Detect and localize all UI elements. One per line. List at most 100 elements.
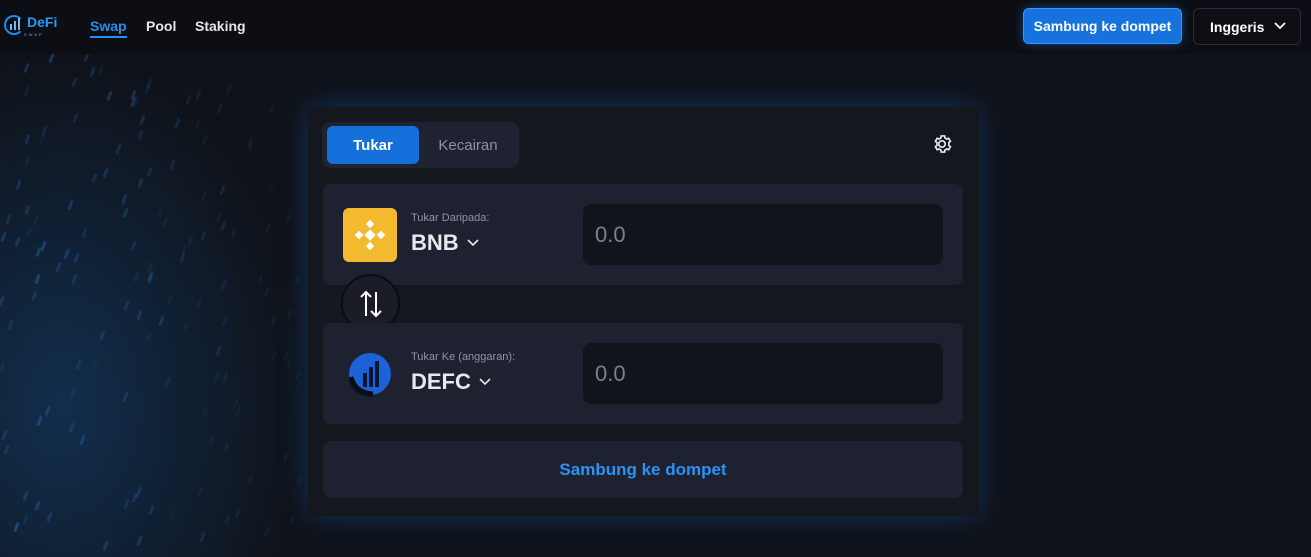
background-dot	[31, 290, 38, 302]
background-dot	[0, 295, 5, 306]
swap-tabs: Tukar Kecairan	[322, 122, 519, 168]
background-dot	[139, 114, 146, 125]
background-dot	[147, 261, 154, 272]
connect-wallet-button[interactable]: Sambung ke dompet	[1023, 8, 1182, 44]
from-token-select[interactable]: BNB	[411, 230, 479, 256]
to-token-select[interactable]: DEFC	[411, 369, 491, 395]
background-dot	[0, 429, 8, 441]
background-dot	[24, 204, 32, 215]
background-dot	[145, 332, 152, 343]
background-dot	[196, 486, 203, 497]
background-dot	[23, 85, 30, 97]
background-dot	[268, 104, 275, 115]
background-dot	[222, 371, 229, 383]
background-dot	[75, 359, 82, 370]
top-navigation-bar: DeFi SWAP Swap Pool Staking Sambung ke d…	[0, 0, 1311, 54]
background-dot	[32, 215, 39, 227]
background-dot	[102, 540, 109, 551]
background-dot	[71, 273, 78, 284]
to-token-symbol: DEFC	[411, 369, 471, 394]
background-dot	[122, 207, 129, 219]
background-dot	[89, 66, 96, 77]
background-dot	[247, 473, 254, 484]
background-dot	[166, 295, 173, 306]
background-dot	[185, 94, 192, 106]
background-dot	[264, 224, 272, 235]
background-dot	[270, 315, 277, 327]
logo-text: DeFi	[27, 13, 58, 30]
background-dot	[71, 112, 79, 124]
bnb-logo-icon	[343, 208, 397, 262]
background-dot	[24, 157, 31, 168]
nav-staking[interactable]: Staking	[195, 18, 246, 34]
background-dot	[15, 180, 22, 191]
background-dot	[46, 511, 53, 523]
background-dot	[286, 356, 294, 367]
background-dot	[196, 297, 203, 308]
background-dot	[123, 300, 130, 312]
background-dot	[295, 381, 302, 392]
chevron-down-icon	[479, 378, 491, 386]
background-dot	[115, 143, 122, 155]
tab-swap[interactable]: Tukar	[327, 126, 419, 164]
background-dot	[164, 377, 172, 389]
chevron-down-icon	[467, 239, 479, 247]
background-dot	[162, 216, 169, 228]
defc-logo-icon	[343, 347, 397, 401]
background-dot	[21, 491, 29, 502]
background-dot	[220, 279, 228, 291]
background-dot	[263, 287, 270, 298]
background-dot	[220, 220, 227, 232]
background-dot	[264, 525, 271, 537]
background-dot	[225, 85, 232, 96]
background-dot	[137, 130, 144, 141]
background-dot	[282, 453, 289, 464]
language-select[interactable]: Inggeris	[1193, 8, 1301, 45]
nav-pool[interactable]: Pool	[146, 18, 176, 34]
background-dot	[0, 231, 7, 243]
logo-icon	[4, 15, 24, 35]
background-dot	[286, 309, 293, 320]
nav-swap[interactable]: Swap	[90, 18, 127, 38]
background-dot	[22, 514, 29, 526]
swap-to-panel: Tukar Ke (anggaran): DEFC	[323, 323, 963, 424]
logo-text-group: DeFi SWAP	[24, 14, 57, 37]
background-dot	[79, 435, 86, 446]
to-amount-input[interactable]	[583, 343, 943, 404]
background-dot	[202, 405, 210, 416]
background-dot	[68, 387, 76, 399]
background-dot	[7, 320, 14, 331]
background-dot	[267, 184, 274, 195]
background-dot	[101, 167, 109, 179]
background-dot	[288, 515, 296, 526]
background-dot	[106, 90, 113, 101]
background-dot	[23, 133, 31, 144]
background-dot	[223, 442, 230, 454]
from-amount-input[interactable]	[583, 204, 943, 265]
background-dot	[123, 498, 130, 510]
background-dot	[194, 119, 201, 131]
background-dot	[5, 213, 12, 225]
tab-liquidity[interactable]: Kecairan	[422, 126, 514, 164]
background-dot	[40, 240, 48, 252]
background-dot	[71, 77, 78, 88]
background-dot	[22, 62, 30, 73]
background-dot	[36, 416, 43, 427]
background-dot	[44, 405, 51, 416]
background-dot	[199, 192, 207, 203]
settings-gear-icon[interactable]	[931, 133, 953, 155]
background-dot	[284, 214, 292, 225]
background-dot	[67, 199, 74, 211]
background-dot	[201, 136, 208, 147]
connect-wallet-main-button[interactable]: Sambung ke dompet	[323, 441, 963, 498]
background-dot	[130, 240, 137, 251]
background-dot	[215, 345, 222, 357]
defi-swap-logo[interactable]: DeFi SWAP	[4, 12, 64, 38]
chevron-down-icon	[1274, 22, 1286, 30]
background-dot	[13, 521, 20, 532]
background-dot	[208, 434, 215, 446]
background-dot	[216, 103, 224, 114]
background-dot	[137, 177, 145, 188]
background-dot	[295, 369, 302, 380]
background-dot	[0, 361, 6, 373]
